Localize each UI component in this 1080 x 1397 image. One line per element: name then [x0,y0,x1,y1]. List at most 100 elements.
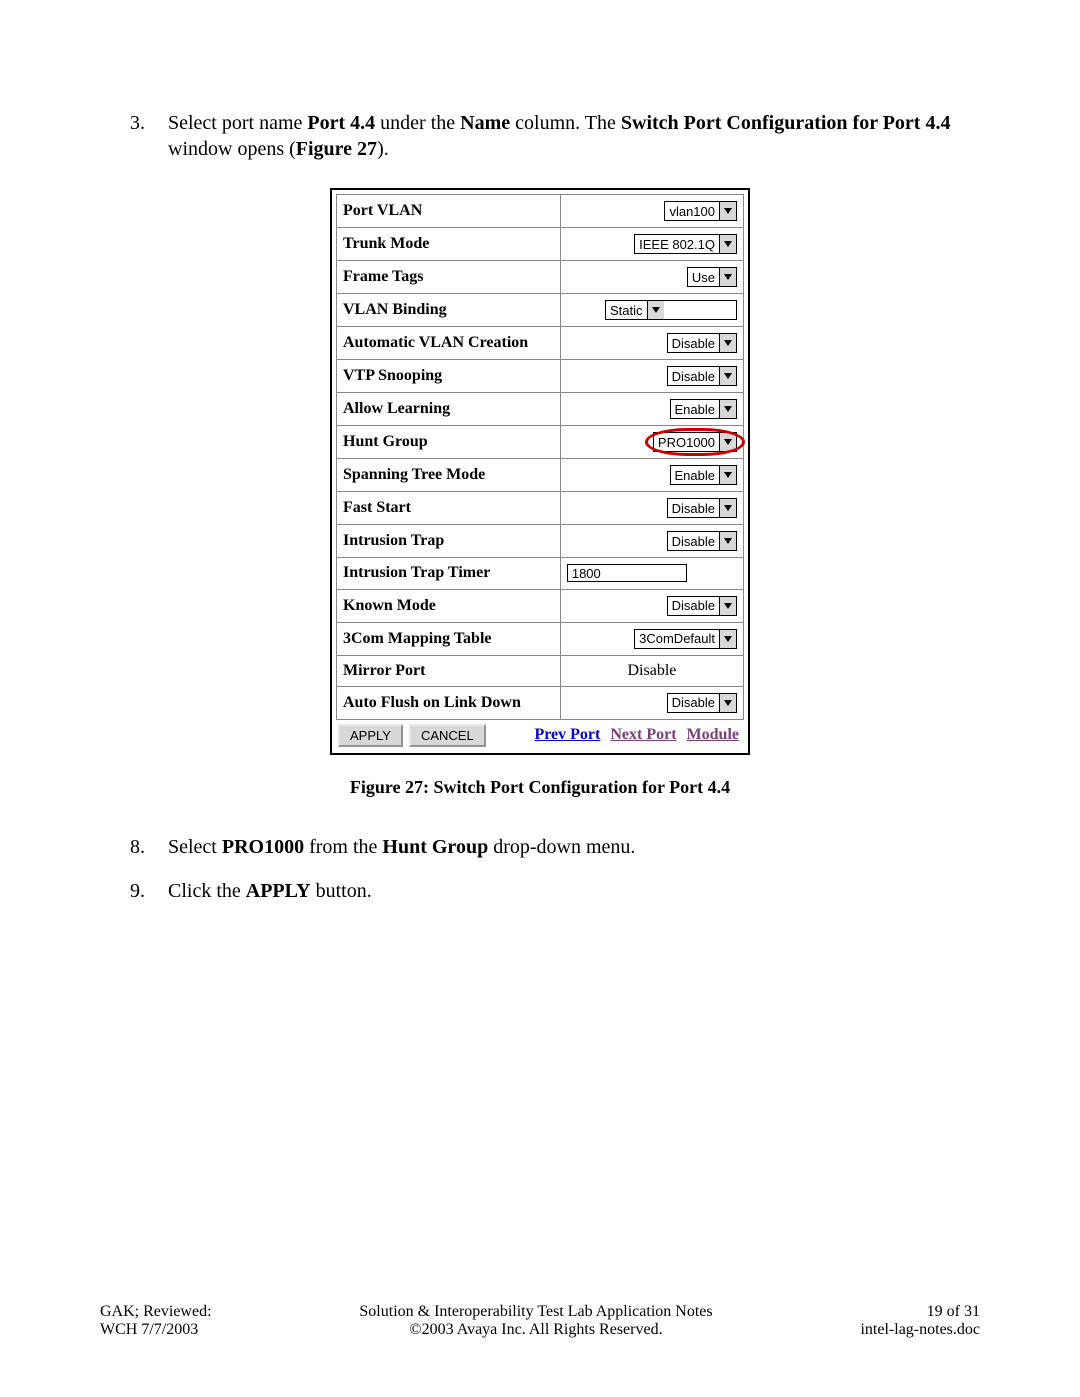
config-value-cell: Use [560,261,743,294]
config-label: Allow Learning [337,393,561,426]
cancel-button[interactable]: CANCEL [409,724,486,747]
footer-center-line1: Solution & Interoperability Test Lab App… [359,1303,712,1321]
config-value-cell: 3ComDefault [560,622,743,655]
dropdown-value: Disable [668,336,719,351]
config-row: Intrusion Trap Timer [337,558,744,590]
chevron-down-icon [719,334,736,352]
config-row: 3Com Mapping Table 3ComDefault [337,622,744,655]
spanning-tree-mode-select[interactable]: Enable [670,465,737,485]
chevron-down-icon [719,202,736,220]
three-com-mapping-select[interactable]: 3ComDefault [634,629,737,649]
config-row: Frame Tags Use [337,261,744,294]
config-label: VLAN Binding [337,294,561,327]
intrusion-trap-select[interactable]: Disable [667,531,737,551]
footer-left: GAK; Reviewed: WCH 7/7/2003 [100,1303,212,1339]
fast-start-select[interactable]: Disable [667,498,737,518]
footer-right-line1: 19 of 31 [860,1303,980,1321]
dropdown-value: vlan100 [665,204,719,219]
step-number: 3. [130,110,145,136]
intrusion-trap-timer-input[interactable] [567,564,687,582]
chevron-down-icon [719,400,736,418]
config-label: Frame Tags [337,261,561,294]
step-number: 8. [130,834,145,860]
figure-27: Port VLANvlan100Trunk Mode IEEE 802.1Q Fra… [330,188,750,798]
dropdown-value: Static [606,303,647,318]
chevron-down-icon [719,630,736,648]
footer-center: Solution & Interoperability Test Lab App… [359,1303,712,1339]
chevron-down-icon [719,694,736,712]
config-bottom-bar: APPLY CANCEL Prev Port Next Port Module [336,724,744,749]
dropdown-value: Disable [668,695,719,710]
instruction-list-2: 8. Select PRO1000 from the Hunt Group dr… [100,834,980,904]
step-number: 9. [130,878,145,904]
apply-button[interactable]: APPLY [338,724,403,747]
page-footer: GAK; Reviewed: WCH 7/7/2003 Solution & I… [100,1303,980,1339]
allow-learning-select[interactable]: Enable [670,399,737,419]
config-value-cell: Enable [560,459,743,492]
vtp-snooping-select[interactable]: Disable [667,366,737,386]
highlight-circle-wrap: PRO1000 [653,432,737,452]
config-label: Trunk Mode [337,228,561,261]
dropdown-value: Disable [668,369,719,384]
config-label: Mirror Port [337,655,561,686]
config-value-cell: IEEE 802.1Q [560,228,743,261]
dropdown-value: 3ComDefault [635,631,719,646]
config-row: Spanning Tree Mode Enable [337,459,744,492]
config-value-cell: vlan100 [560,195,743,228]
document-page: 3. Select port name Port 4.4 under the N… [0,0,1080,1397]
frame-tags-select[interactable]: Use [687,267,737,287]
chevron-down-icon [647,301,664,319]
instruction-step-9: 9. Click the APPLY button. [140,878,980,904]
config-value-cell: Disable [560,655,743,686]
config-row: Port VLANvlan100 [337,195,744,228]
chevron-down-icon [719,433,736,451]
chevron-down-icon [719,367,736,385]
step-text: Click the APPLY button. [168,880,372,902]
step-text: Select PRO1000 from the Hunt Group drop-… [168,836,635,858]
known-mode-select[interactable]: Disable [667,596,737,616]
mirror-port-value: Disable [567,662,737,680]
config-label: Intrusion Trap Timer [337,558,561,590]
auto-flush-select[interactable]: Disable [667,693,737,713]
config-label: 3Com Mapping Table [337,622,561,655]
dropdown-value: Disable [668,598,719,613]
hunt-group-select[interactable]: PRO1000 [653,432,737,452]
config-label: Auto Flush on Link Down [337,686,561,719]
trunk-mode-select[interactable]: IEEE 802.1Q [634,234,737,254]
module-link[interactable]: Module [687,726,739,743]
config-value-cell: Disable [560,525,743,558]
config-label: Spanning Tree Mode [337,459,561,492]
config-value-cell: Disable [560,327,743,360]
port-vlan-select[interactable]: vlan100 [664,201,737,221]
figure-caption: Figure 27: Switch Port Configuration for… [330,777,750,798]
step-text: Select port name Port 4.4 under the Name… [168,112,950,160]
footer-left-line1: GAK; Reviewed: [100,1303,212,1321]
config-label: Automatic VLAN Creation [337,327,561,360]
footer-center-line2: ©2003 Avaya Inc. All Rights Reserved. [359,1321,712,1339]
instruction-list: 3. Select port name Port 4.4 under the N… [100,110,980,162]
footer-right: 19 of 31 intel-lag-notes.doc [860,1303,980,1339]
config-value-cell: Enable [560,393,743,426]
config-label: Intrusion Trap [337,525,561,558]
config-row: Hunt Group PRO1000 [337,426,744,459]
config-value-cell: PRO1000 [560,426,743,459]
config-value-cell: Static [560,294,743,327]
next-port-link[interactable]: Next Port [610,726,676,743]
dropdown-value: IEEE 802.1Q [635,237,719,252]
dropdown-value: Disable [668,534,719,549]
footer-right-line2: intel-lag-notes.doc [860,1321,980,1339]
config-row: VLAN Binding Static [337,294,744,327]
vlan-binding-select[interactable]: Static [605,300,737,320]
config-label: Fast Start [337,492,561,525]
dropdown-value: Enable [671,402,719,417]
config-value-cell: Disable [560,492,743,525]
config-row: Trunk Mode IEEE 802.1Q [337,228,744,261]
config-label: VTP Snooping [337,360,561,393]
chevron-down-icon [719,235,736,253]
dropdown-value: Enable [671,468,719,483]
config-label: Hunt Group [337,426,561,459]
config-row: Intrusion Trap Disable [337,525,744,558]
prev-port-link[interactable]: Prev Port [534,726,600,743]
auto-vlan-creation-select[interactable]: Disable [667,333,737,353]
config-row: Known ModeDisable [337,589,744,622]
